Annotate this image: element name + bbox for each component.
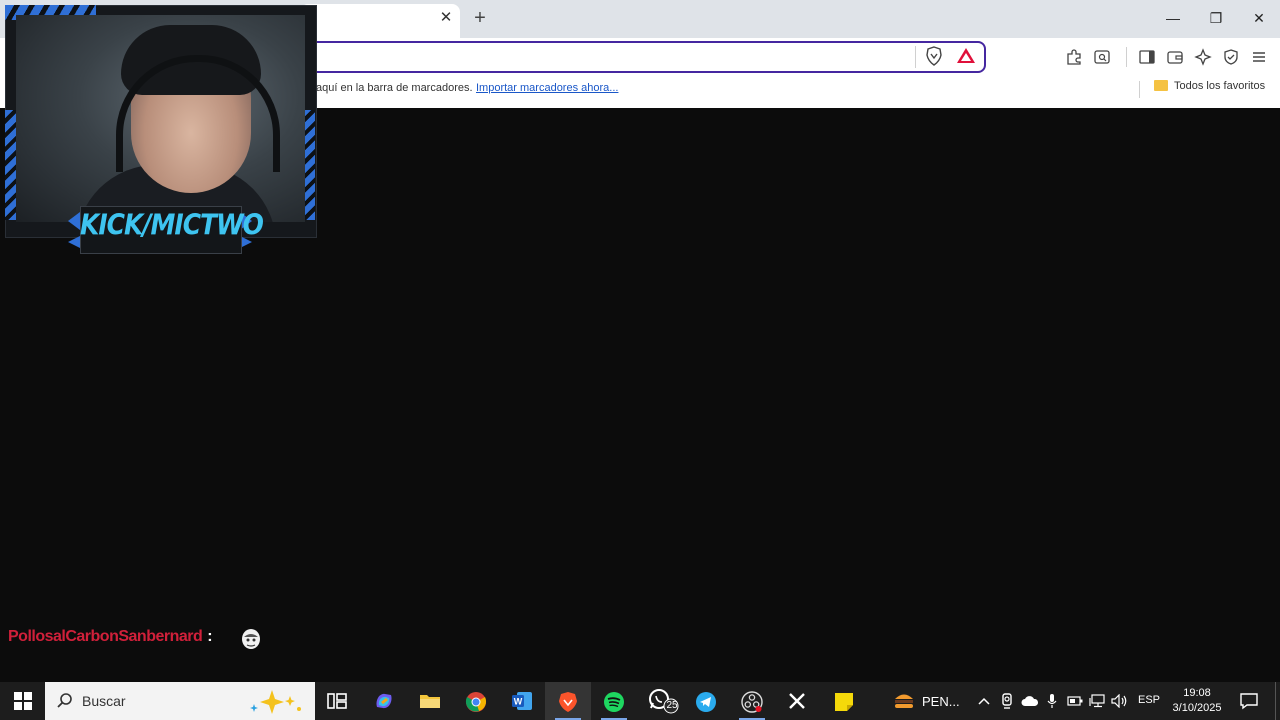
copilot-sparkle-icon	[250, 690, 301, 714]
address-bar[interactable]	[250, 41, 986, 73]
chat-separator: :	[207, 628, 213, 645]
import-bookmarks-link[interactable]: Importar marcadores ahora...	[476, 82, 618, 94]
obs-icon	[741, 691, 763, 713]
brave-icon	[559, 692, 577, 712]
restore-button[interactable]: ❐	[1194, 0, 1238, 36]
new-tab-button[interactable]: +	[470, 8, 490, 28]
show-desktop-button[interactable]	[1275, 682, 1280, 720]
start-button[interactable]	[0, 682, 45, 720]
windows-logo-icon	[14, 692, 32, 710]
copilot-app[interactable]	[361, 682, 407, 720]
channel-label: KICK/MICTWO	[80, 207, 264, 242]
bookmarks-hint-text: aquí en la barra de marcadores.	[316, 82, 473, 94]
task-view-button[interactable]	[314, 682, 360, 720]
onedrive-cloud-icon[interactable]	[1020, 692, 1040, 712]
extensions-icon[interactable]	[1063, 46, 1085, 68]
brave-shields-icon[interactable]	[925, 46, 943, 66]
sticky-notes-app[interactable]	[821, 682, 867, 720]
minimize-button[interactable]: —	[1151, 0, 1195, 36]
leo-ai-icon[interactable]	[1192, 46, 1214, 68]
input-language-indicator[interactable]: ESP	[1138, 694, 1160, 706]
chrome-icon	[465, 692, 487, 712]
x-app[interactable]	[775, 682, 821, 720]
all-bookmarks-label: Todos los favoritos	[1174, 80, 1266, 92]
telegram-app[interactable]	[683, 682, 729, 720]
vpn-shield-icon[interactable]	[1220, 46, 1242, 68]
pending-app-label: PEN...	[922, 694, 960, 709]
wallet-icon[interactable]	[1164, 46, 1186, 68]
whatsapp-unread-badge: 25	[666, 700, 678, 711]
clock-date: 3/10/2025	[1172, 702, 1222, 714]
sidebar-icon[interactable]	[1136, 46, 1158, 68]
taskbar-clock[interactable]: 19:08 3/10/2025	[1168, 686, 1226, 716]
browser-tab[interactable]	[300, 4, 460, 38]
folder-icon	[1154, 80, 1168, 91]
telegram-icon	[696, 692, 716, 712]
battery-icon[interactable]	[1066, 692, 1084, 711]
nameplate-wing-left-lower	[68, 236, 80, 248]
all-bookmarks-button[interactable]: Todos los favoritos	[1154, 80, 1265, 98]
copilot-icon	[376, 693, 392, 709]
brave-app[interactable]	[545, 682, 591, 720]
menu-icon[interactable]	[1248, 46, 1270, 68]
bookmarks-separator	[1139, 81, 1140, 98]
show-hidden-icons-chevron-icon[interactable]	[976, 692, 992, 711]
meet-now-icon[interactable]	[998, 692, 1016, 714]
notifications-button[interactable]	[1236, 690, 1262, 712]
microphone-icon[interactable]	[1044, 692, 1060, 714]
network-icon[interactable]	[1088, 692, 1106, 713]
tab-close-button[interactable]: ✕	[437, 9, 455, 27]
address-bar-separator	[915, 46, 916, 68]
notification-icon	[1240, 693, 1258, 710]
chrome-app[interactable]	[453, 682, 499, 720]
obs-app[interactable]	[729, 682, 775, 720]
folder-icon	[420, 695, 440, 708]
spotify-app[interactable]	[591, 682, 637, 720]
whatsapp-app[interactable]: 25	[637, 682, 683, 720]
word-icon: W	[512, 692, 532, 710]
chat-username: PollosalCarbonSanbernard	[8, 628, 203, 645]
volume-icon[interactable]	[1110, 692, 1130, 713]
burger-app-icon	[895, 694, 913, 708]
search-icon	[57, 693, 72, 708]
word-app[interactable]: W	[499, 682, 545, 720]
spotify-icon	[604, 692, 624, 712]
chat-message: PollosalCarbonSanbernard:	[8, 628, 213, 646]
x-logo-icon	[789, 693, 805, 709]
close-window-button[interactable]: ✕	[1237, 0, 1280, 36]
svg-text:W: W	[514, 697, 523, 707]
search-in-page-icon[interactable]	[1091, 46, 1113, 68]
toolbar-separator	[1126, 47, 1127, 67]
file-explorer-app[interactable]	[407, 682, 453, 720]
nameplate-wing-left	[68, 212, 80, 230]
chat-emote-icon	[242, 629, 260, 649]
clock-time: 19:08	[1183, 687, 1211, 699]
webcam-feed	[16, 15, 305, 222]
search-placeholder: Buscar	[82, 693, 126, 709]
sticky-notes-icon	[835, 693, 853, 711]
task-view-icon	[327, 693, 347, 709]
brave-rewards-icon[interactable]	[956, 46, 976, 66]
